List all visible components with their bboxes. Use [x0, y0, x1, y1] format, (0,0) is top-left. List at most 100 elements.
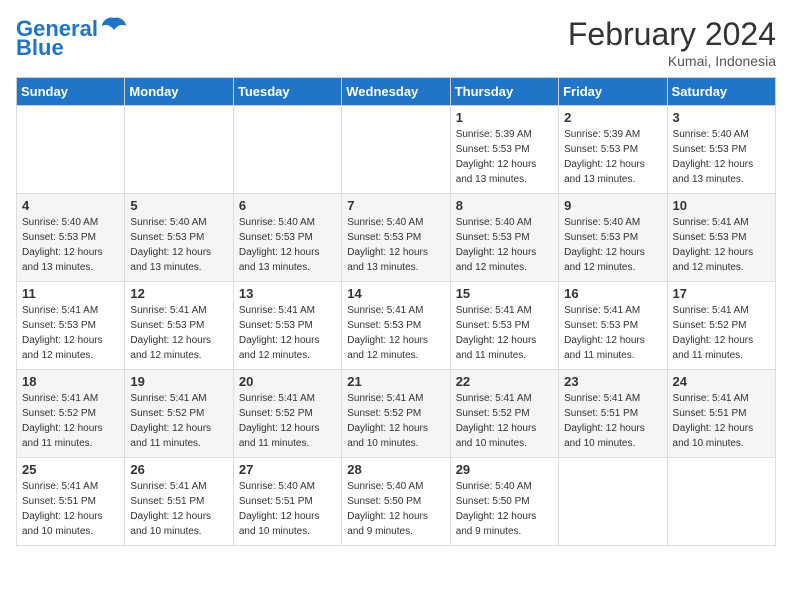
calendar-cell: 12 Sunrise: 5:41 AM Sunset: 5:53 PM Dayli…	[125, 282, 233, 370]
calendar-cell: 6 Sunrise: 5:40 AM Sunset: 5:53 PM Daylig…	[233, 194, 341, 282]
col-header-tuesday: Tuesday	[233, 78, 341, 106]
calendar-cell: 21 Sunrise: 5:41 AM Sunset: 5:52 PM Dayli…	[342, 370, 450, 458]
calendar-cell: 26 Sunrise: 5:41 AM Sunset: 5:51 PM Dayli…	[125, 458, 233, 546]
day-info: Sunrise: 5:41 AM Sunset: 5:51 PM Dayligh…	[130, 479, 227, 539]
calendar-cell: 16 Sunrise: 5:41 AM Sunset: 5:53 PM Dayli…	[559, 282, 667, 370]
day-info: Sunrise: 5:41 AM Sunset: 5:53 PM Dayligh…	[456, 303, 553, 363]
day-number: 27	[239, 462, 336, 477]
calendar-cell: 28 Sunrise: 5:40 AM Sunset: 5:50 PM Dayli…	[342, 458, 450, 546]
day-info: Sunrise: 5:40 AM Sunset: 5:53 PM Dayligh…	[673, 127, 770, 187]
logo-bird-icon	[100, 16, 128, 38]
day-info: Sunrise: 5:41 AM Sunset: 5:53 PM Dayligh…	[130, 303, 227, 363]
calendar-cell: 10 Sunrise: 5:41 AM Sunset: 5:53 PM Dayli…	[667, 194, 775, 282]
day-number: 9	[564, 198, 661, 213]
calendar-cell	[17, 106, 125, 194]
day-info: Sunrise: 5:40 AM Sunset: 5:50 PM Dayligh…	[456, 479, 553, 539]
calendar-cell: 13Sunrise: 5:41 AM Sunset: 5:53 PM Dayli…	[233, 282, 341, 370]
day-info: Sunrise: 5:41 AM Sunset: 5:52 PM Dayligh…	[239, 391, 336, 451]
calendar-cell: 5 Sunrise: 5:40 AM Sunset: 5:53 PM Daylig…	[125, 194, 233, 282]
calendar-cell: 25Sunrise: 5:41 AM Sunset: 5:51 PM Dayli…	[17, 458, 125, 546]
day-info: Sunrise: 5:41 AM Sunset: 5:53 PM Dayligh…	[22, 303, 119, 363]
day-number: 18	[22, 374, 119, 389]
day-number: 4	[22, 198, 119, 213]
day-info: Sunrise: 5:41 AM Sunset: 5:52 PM Dayligh…	[673, 303, 770, 363]
day-info: Sunrise: 5:40 AM Sunset: 5:53 PM Dayligh…	[564, 215, 661, 275]
day-info: Sunrise: 5:39 AM Sunset: 5:53 PM Dayligh…	[564, 127, 661, 187]
day-info: Sunrise: 5:41 AM Sunset: 5:51 PM Dayligh…	[673, 391, 770, 451]
day-number: 3	[673, 110, 770, 125]
calendar-cell: 24 Sunrise: 5:41 AM Sunset: 5:51 PM Dayli…	[667, 370, 775, 458]
calendar-cell: 18 Sunrise: 5:41 AM Sunset: 5:52 PM Dayli…	[17, 370, 125, 458]
day-info: Sunrise: 5:39 AM Sunset: 5:53 PM Dayligh…	[456, 127, 553, 187]
title-block: February 2024 Kumai, Indonesia	[568, 16, 776, 69]
day-number: 23	[564, 374, 661, 389]
calendar-cell: 17 Sunrise: 5:41 AM Sunset: 5:52 PM Dayli…	[667, 282, 775, 370]
main-title: February 2024	[568, 16, 776, 53]
week-row-1: 1 Sunrise: 5:39 AM Sunset: 5:53 PM Daylig…	[17, 106, 776, 194]
day-number: 13	[239, 286, 336, 301]
day-number: 20	[239, 374, 336, 389]
logo-text-blue: Blue	[16, 36, 64, 60]
subtitle: Kumai, Indonesia	[568, 53, 776, 69]
calendar-cell: 14 Sunrise: 5:41 AM Sunset: 5:53 PM Dayli…	[342, 282, 450, 370]
day-number: 26	[130, 462, 227, 477]
day-info: Sunrise: 5:40 AM Sunset: 5:53 PM Dayligh…	[130, 215, 227, 275]
day-info: Sunrise: 5:40 AM Sunset: 5:53 PM Dayligh…	[22, 215, 119, 275]
calendar-table: SundayMondayTuesdayWednesdayThursdayFrid…	[16, 77, 776, 546]
day-number: 21	[347, 374, 444, 389]
week-row-3: 11 Sunrise: 5:41 AM Sunset: 5:53 PM Dayli…	[17, 282, 776, 370]
day-info: Sunrise: 5:41 AM Sunset: 5:53 PM Dayligh…	[347, 303, 444, 363]
day-info: Sunrise: 5:40 AM Sunset: 5:50 PM Dayligh…	[347, 479, 444, 539]
calendar-cell: 11 Sunrise: 5:41 AM Sunset: 5:53 PM Dayli…	[17, 282, 125, 370]
calendar-cell: 20 Sunrise: 5:41 AM Sunset: 5:52 PM Dayli…	[233, 370, 341, 458]
logo: General Blue	[16, 16, 128, 60]
day-number: 14	[347, 286, 444, 301]
day-number: 15	[456, 286, 553, 301]
col-header-thursday: Thursday	[450, 78, 558, 106]
col-header-wednesday: Wednesday	[342, 78, 450, 106]
day-number: 17	[673, 286, 770, 301]
week-row-4: 18 Sunrise: 5:41 AM Sunset: 5:52 PM Dayli…	[17, 370, 776, 458]
calendar-cell: 7 Sunrise: 5:40 AM Sunset: 5:53 PM Daylig…	[342, 194, 450, 282]
page-header: General Blue February 2024 Kumai, Indone…	[16, 16, 776, 69]
day-info: Sunrise: 5:41 AM Sunset: 5:53 PM Dayligh…	[564, 303, 661, 363]
day-number: 10	[673, 198, 770, 213]
day-number: 5	[130, 198, 227, 213]
day-number: 16	[564, 286, 661, 301]
day-number: 11	[22, 286, 119, 301]
day-number: 2	[564, 110, 661, 125]
calendar-cell: 27 Sunrise: 5:40 AM Sunset: 5:51 PM Dayli…	[233, 458, 341, 546]
calendar-cell	[559, 458, 667, 546]
day-info: Sunrise: 5:41 AM Sunset: 5:51 PM Dayligh…	[564, 391, 661, 451]
day-number: 29	[456, 462, 553, 477]
day-number: 7	[347, 198, 444, 213]
calendar-cell: 3 Sunrise: 5:40 AM Sunset: 5:53 PM Daylig…	[667, 106, 775, 194]
day-number: 8	[456, 198, 553, 213]
day-number: 19	[130, 374, 227, 389]
day-info: Sunrise: 5:41 AM Sunset: 5:52 PM Dayligh…	[130, 391, 227, 451]
week-row-2: 4 Sunrise: 5:40 AM Sunset: 5:53 PM Daylig…	[17, 194, 776, 282]
header-row: SundayMondayTuesdayWednesdayThursdayFrid…	[17, 78, 776, 106]
day-number: 12	[130, 286, 227, 301]
day-info: Sunrise: 5:40 AM Sunset: 5:53 PM Dayligh…	[239, 215, 336, 275]
week-row-5: 25Sunrise: 5:41 AM Sunset: 5:51 PM Dayli…	[17, 458, 776, 546]
day-info: Sunrise: 5:40 AM Sunset: 5:53 PM Dayligh…	[347, 215, 444, 275]
day-info: Sunrise: 5:41 AM Sunset: 5:52 PM Dayligh…	[347, 391, 444, 451]
calendar-cell: 1 Sunrise: 5:39 AM Sunset: 5:53 PM Daylig…	[450, 106, 558, 194]
day-info: Sunrise: 5:41 AM Sunset: 5:52 PM Dayligh…	[456, 391, 553, 451]
day-info: Sunrise: 5:41 AM Sunset: 5:52 PM Dayligh…	[22, 391, 119, 451]
calendar-cell	[667, 458, 775, 546]
calendar-cell	[233, 106, 341, 194]
day-number: 6	[239, 198, 336, 213]
col-header-sunday: Sunday	[17, 78, 125, 106]
calendar-cell: 4 Sunrise: 5:40 AM Sunset: 5:53 PM Daylig…	[17, 194, 125, 282]
day-info: Sunrise: 5:41 AM Sunset: 5:53 PM Dayligh…	[673, 215, 770, 275]
day-number: 28	[347, 462, 444, 477]
day-number: 1	[456, 110, 553, 125]
day-number: 24	[673, 374, 770, 389]
calendar-cell: 29 Sunrise: 5:40 AM Sunset: 5:50 PM Dayli…	[450, 458, 558, 546]
calendar-cell: 22 Sunrise: 5:41 AM Sunset: 5:52 PM Dayli…	[450, 370, 558, 458]
calendar-cell: 2 Sunrise: 5:39 AM Sunset: 5:53 PM Daylig…	[559, 106, 667, 194]
day-number: 22	[456, 374, 553, 389]
day-info: Sunrise: 5:40 AM Sunset: 5:51 PM Dayligh…	[239, 479, 336, 539]
